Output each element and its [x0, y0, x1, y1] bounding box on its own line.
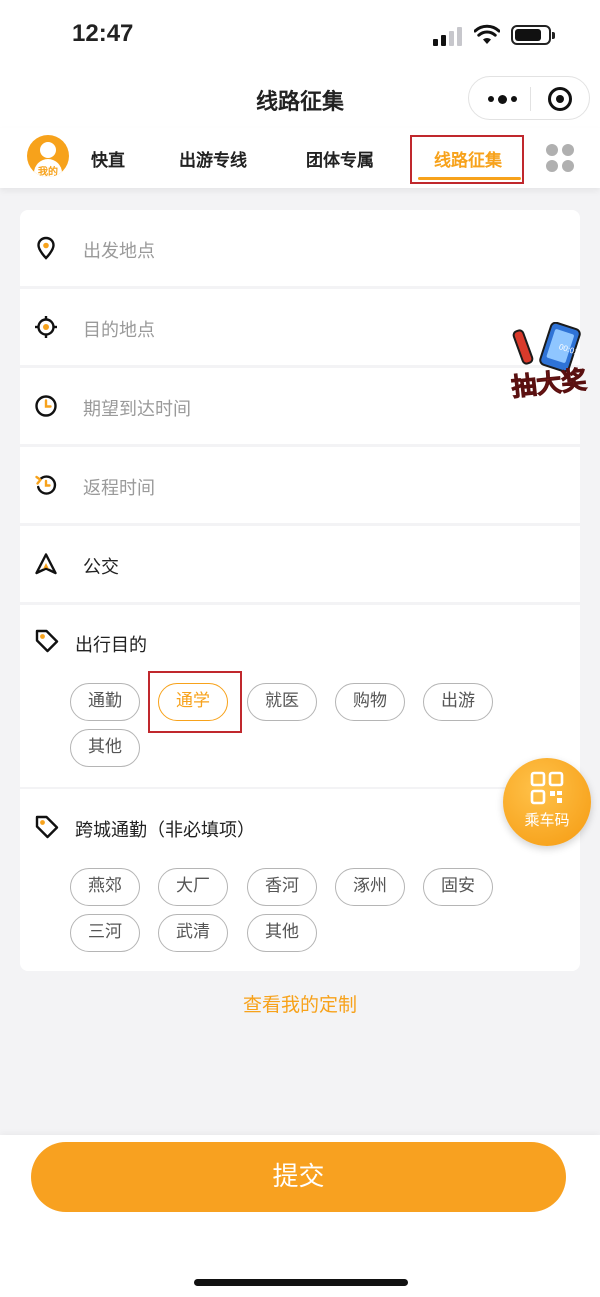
- miniprogram-capsule: [468, 76, 590, 120]
- departure-field[interactable]: 出发地点: [20, 210, 580, 286]
- nav-header: 线路征集: [0, 70, 600, 128]
- city-chip-other[interactable]: 其他: [247, 914, 317, 952]
- annotation-highlight-chip: [148, 671, 242, 733]
- tab-group-exclusive[interactable]: 团体专属: [306, 146, 374, 171]
- purpose-chip-travel[interactable]: 出游: [423, 683, 493, 721]
- submit-button[interactable]: 提交: [31, 1142, 566, 1212]
- wifi-icon: [474, 24, 500, 44]
- status-time: 12:47: [72, 20, 134, 47]
- navigation-arrow-icon: [35, 553, 57, 575]
- city-chip-sanhe[interactable]: 三河: [70, 914, 140, 952]
- tag-icon: [35, 629, 59, 653]
- qr-code-icon: [530, 771, 564, 805]
- more-icon[interactable]: [477, 83, 527, 115]
- city-chip-dachang[interactable]: 大厂: [158, 868, 228, 906]
- ride-code-button[interactable]: 乘车码: [503, 758, 591, 846]
- view-my-custom-link[interactable]: 查看我的定制: [0, 990, 600, 1017]
- avatar-label: 我的: [38, 167, 58, 177]
- return-time-field[interactable]: 返程时间: [20, 447, 580, 523]
- avatar[interactable]: 我的: [27, 135, 69, 177]
- purpose-chip-shopping[interactable]: 购物: [335, 683, 405, 721]
- capsule-divider: [530, 87, 531, 111]
- home-indicator: [194, 1279, 408, 1286]
- annotation-highlight-tab: [410, 135, 524, 184]
- destination-field[interactable]: 目的地点: [20, 289, 580, 365]
- tab-bar: 我的 快直 出游专线 团体专属 线路征集: [0, 128, 600, 188]
- tag-icon: [35, 815, 59, 839]
- city-chip-zhuozhou[interactable]: 涿州: [335, 868, 405, 906]
- arrival-time-placeholder: 期望到达时间: [83, 399, 191, 420]
- status-bar: 12:47: [0, 0, 600, 70]
- cellular-signal-icon: [433, 26, 463, 46]
- transport-value: 公交: [83, 557, 119, 578]
- bottom-bar: 提交: [0, 1135, 600, 1297]
- arrival-time-field[interactable]: 期望到达时间: [20, 368, 580, 444]
- tab-tour-line[interactable]: 出游专线: [179, 146, 247, 171]
- crosshair-icon: [35, 316, 57, 338]
- cross-city-title: 跨城通勤（非必填项）: [75, 820, 255, 841]
- ride-code-label: 乘车码: [524, 811, 570, 829]
- city-chip-guan[interactable]: 固安: [423, 868, 493, 906]
- location-pin-icon: [37, 236, 55, 260]
- purpose-chip-other[interactable]: 其他: [70, 729, 140, 767]
- departure-placeholder: 出发地点: [83, 241, 155, 262]
- transport-field[interactable]: 公交: [20, 526, 580, 602]
- lottery-text: 抽大奖: [510, 365, 588, 402]
- grid-menu-icon[interactable]: [546, 144, 574, 172]
- city-chip-yanjiao[interactable]: 燕郊: [70, 868, 140, 906]
- purpose-title: 出行目的: [75, 635, 147, 656]
- lottery-badge[interactable]: 00:01 抽大奖: [505, 322, 593, 404]
- battery-icon: [511, 25, 555, 45]
- city-chip-xianghe[interactable]: 香河: [247, 868, 317, 906]
- clock-icon: [35, 395, 57, 417]
- purpose-chip-medical[interactable]: 就医: [247, 683, 317, 721]
- return-clock-icon: [35, 475, 57, 495]
- city-chip-wuqing[interactable]: 武清: [158, 914, 228, 952]
- return-time-placeholder: 返程时间: [83, 478, 155, 499]
- tab-express[interactable]: 快直: [91, 146, 125, 171]
- purpose-chip-commute[interactable]: 通勤: [70, 683, 140, 721]
- destination-placeholder: 目的地点: [83, 320, 155, 341]
- close-miniprogram-icon[interactable]: [548, 87, 572, 111]
